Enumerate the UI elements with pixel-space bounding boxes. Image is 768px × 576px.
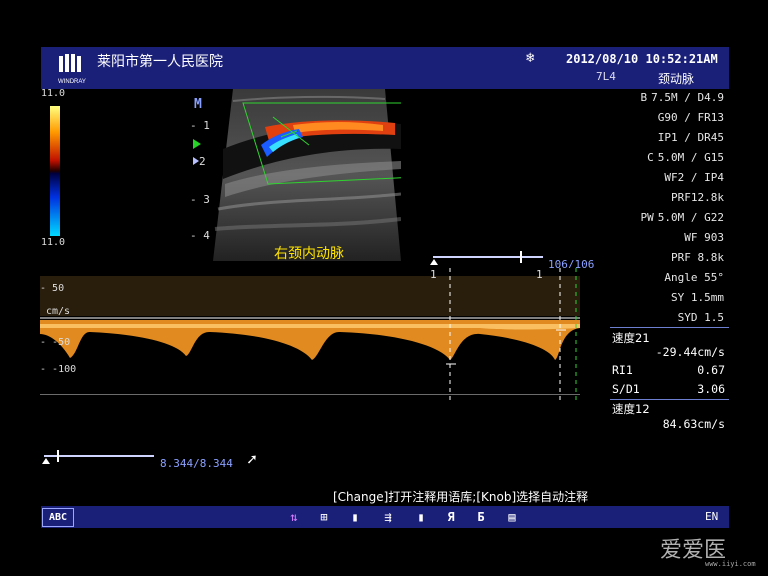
ri-value: 0.67 bbox=[697, 363, 725, 377]
cine-handle[interactable] bbox=[57, 450, 59, 462]
divider bbox=[610, 399, 729, 400]
velocity-scale-minus50: - -50 bbox=[40, 337, 71, 348]
param-line: IP1 / DR45 bbox=[657, 131, 724, 144]
toolbar-body-mark-icon[interactable]: ▮ bbox=[411, 509, 431, 525]
toolbar-mark-icon[interactable]: ▮ bbox=[345, 509, 365, 525]
mode-mark: M bbox=[194, 97, 202, 112]
ri-label: RI1 bbox=[612, 363, 633, 377]
param-line: B 7.5M / D4.9 bbox=[640, 91, 724, 104]
doppler-time-scroll[interactable] bbox=[433, 256, 543, 258]
hint-text: [Change]打开注释用语库;[Knob]选择自动注释 bbox=[333, 490, 589, 504]
cine-start-marker-icon bbox=[42, 458, 50, 464]
param-line: C 5.0M / G15 bbox=[647, 151, 724, 164]
velocity2-value: 84.63cm/s bbox=[662, 417, 725, 431]
divider bbox=[610, 327, 729, 328]
toolbar-arrow-text-icon[interactable]: ⇶ bbox=[378, 509, 398, 525]
datetime: 2012/08/10 10:52:21AM bbox=[566, 52, 718, 66]
doppler-spectrum[interactable] bbox=[40, 268, 580, 400]
depth-mark-1: - 1 bbox=[190, 119, 210, 132]
doppler-scroll-handle[interactable] bbox=[520, 251, 522, 263]
sd-label: S/D1 bbox=[612, 382, 640, 396]
depth-mark-4: - 4 bbox=[190, 229, 210, 242]
velocity-scale-minus100: - -100 bbox=[40, 364, 77, 375]
exam-preset[interactable]: 颈动脉 bbox=[658, 70, 694, 87]
focus-marker-icon bbox=[193, 139, 201, 149]
param-line: PRF12.8k bbox=[671, 191, 724, 204]
language-indicator[interactable]: EN bbox=[705, 510, 718, 523]
cursor-a-label: 1 bbox=[430, 268, 437, 281]
toolbar-ya-icon[interactable]: Я bbox=[441, 509, 461, 525]
velocity1-value: -29.44cm/s bbox=[655, 345, 725, 359]
param-line: Angle 55° bbox=[664, 271, 724, 284]
abc-button[interactable]: ABC bbox=[42, 508, 74, 527]
sd-value: 3.06 bbox=[697, 382, 725, 396]
logo: WINDRAY bbox=[47, 50, 97, 86]
cine-counter: 8.344/8.344 bbox=[160, 457, 233, 470]
velocity-scale-50: - 50 bbox=[40, 283, 65, 294]
color-scale-bar bbox=[50, 106, 60, 236]
logo-text: WINDRAY bbox=[58, 79, 86, 85]
toolbar-arrows-icon[interactable]: ⇅ bbox=[284, 509, 304, 525]
cursor-b-label: 1 bbox=[536, 268, 543, 281]
velocity2-label: 速度12 bbox=[612, 402, 650, 416]
depth-mark-3: - 3 bbox=[190, 193, 210, 206]
bmode-image[interactable] bbox=[213, 89, 419, 261]
watermark-url: www.iiyi.com bbox=[705, 560, 756, 568]
param-line: G90 / FR13 bbox=[657, 111, 724, 124]
param-line: SYD 1.5 bbox=[677, 311, 724, 324]
param-line: WF 903 bbox=[684, 231, 724, 244]
cine-scrollbar[interactable] bbox=[44, 455, 154, 457]
mouse-pointer-icon: ➚ bbox=[247, 450, 257, 469]
toolbar-b-icon[interactable]: Ƃ bbox=[471, 509, 491, 525]
velocity1-label: 速度21 bbox=[612, 331, 650, 345]
probe-label: 7L4 bbox=[596, 70, 616, 83]
param-line: SY 1.5mm bbox=[671, 291, 724, 304]
freeze-icon[interactable]: ❄ bbox=[526, 50, 534, 66]
param-line: WF2 / IP4 bbox=[664, 171, 724, 184]
param-line: PRF 8.8k bbox=[671, 251, 724, 264]
toolbar-grid-icon[interactable]: ⊞ bbox=[314, 509, 334, 525]
param-line: PW 5.0M / G22 bbox=[640, 211, 724, 224]
colorbar-bottom-value: 11.0 bbox=[41, 237, 66, 248]
depth-mark-2: 2 bbox=[199, 155, 206, 168]
velocity-unit: cm/s bbox=[46, 306, 71, 317]
doppler-start-marker-icon bbox=[430, 259, 438, 265]
colorbar-top-value: 11.0 bbox=[41, 88, 66, 99]
hospital-name: 莱阳市第一人民医院 bbox=[97, 54, 223, 70]
image-annotation[interactable]: 右颈内动脉 bbox=[274, 243, 344, 263]
toolbar-doc-icon[interactable]: ▤ bbox=[502, 509, 522, 525]
